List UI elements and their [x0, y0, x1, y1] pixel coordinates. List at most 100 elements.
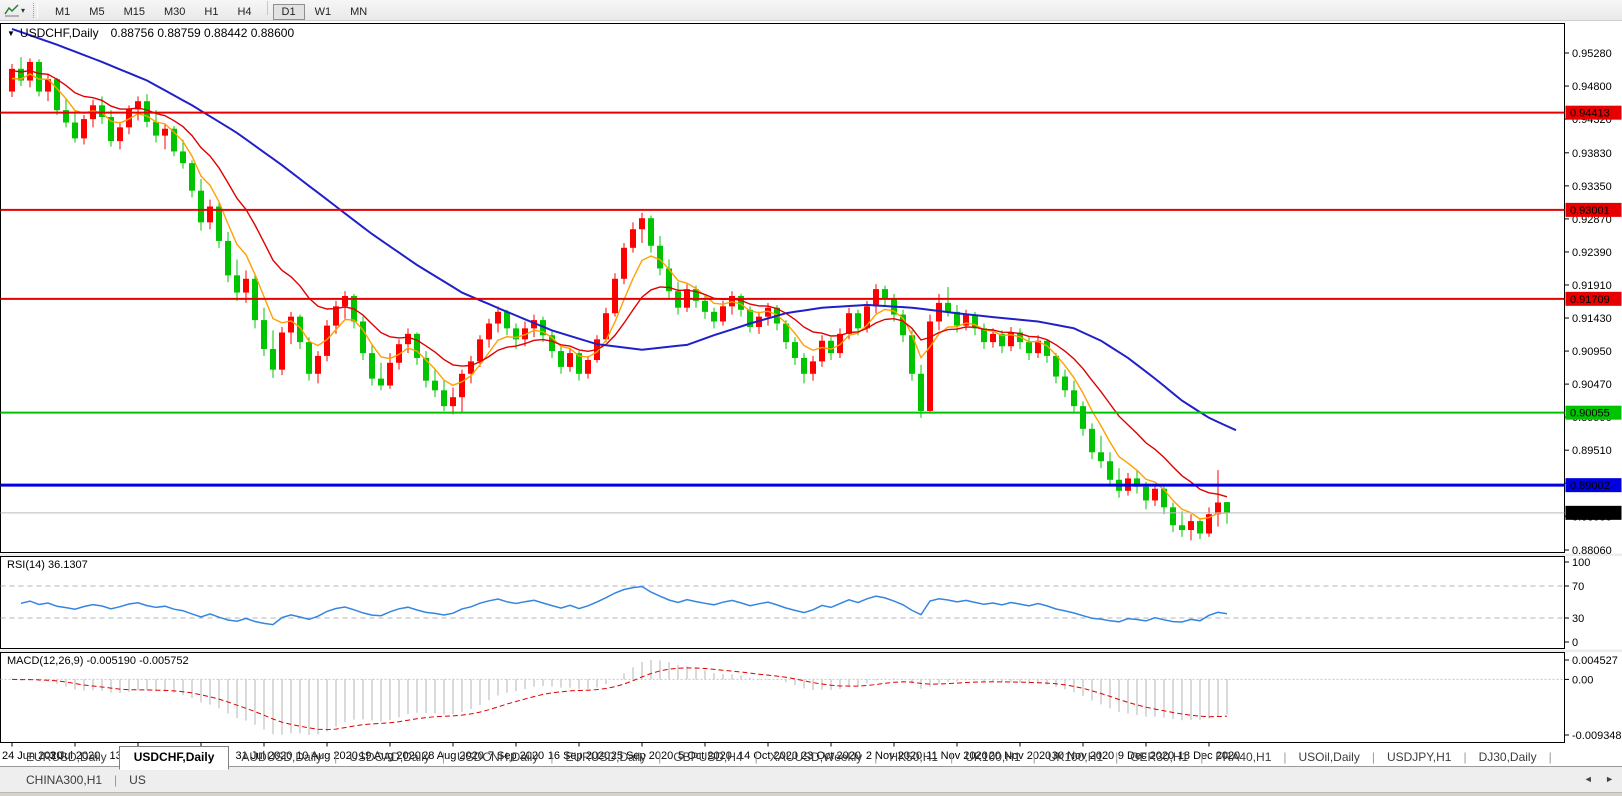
- candle-body: [819, 340, 825, 362]
- mt4-window: ▾ M1 M5 M15 M30 H1 H4 D1 W1 MN 0.95280 0.94800 0.9…: [0, 0, 1622, 796]
- price-tick-label: 0.88060: [1572, 545, 1612, 557]
- candle-body: [459, 373, 465, 398]
- expand-arrow-icon[interactable]: ▼: [7, 29, 15, 38]
- rsi-tick-label: 0: [1572, 637, 1578, 649]
- chart-tab-bar: EURUSD,Daily USDCHF,Daily AUDUSD,Daily | USD…: [0, 746, 1622, 792]
- candle-body: [225, 240, 231, 276]
- chart-tabs: EURUSD,Daily USDCHF,Daily AUDUSD,Daily | USD…: [14, 746, 1622, 792]
- tab-eurusd-daily[interactable]: EURUSD,Daily: [553, 746, 658, 769]
- chart-mode-icon-glyph: [4, 4, 19, 17]
- tab-audusd-daily[interactable]: AUDUSD,Daily: [229, 746, 334, 769]
- candle-body: [1197, 521, 1203, 534]
- tab-eurusd-daily[interactable]: EURUSD,Daily: [14, 746, 119, 769]
- candle-body: [621, 247, 627, 279]
- tabs-scroll-left-button[interactable]: ◄: [1580, 772, 1597, 786]
- timeframe-button-w1[interactable]: W1: [306, 4, 341, 20]
- candle-body: [405, 333, 411, 345]
- price-badge-0.93001: 0.93001: [1565, 202, 1622, 217]
- candle-body: [369, 353, 375, 379]
- tab-hk50-h1[interactable]: HK50,H1: [877, 746, 950, 769]
- toolbar-divider: [266, 0, 268, 15]
- price-badge-0.89002: 0.89002: [1565, 478, 1622, 493]
- candle-body: [558, 351, 564, 367]
- price-badge-0.90055: 0.90055: [1565, 405, 1622, 420]
- price-badge-0.90055-text: 0.90055: [1570, 408, 1610, 420]
- price-tick-label: 0.93350: [1572, 181, 1612, 193]
- candle-body: [198, 190, 204, 223]
- tab-fra40-h1[interactable]: FRA40,H1: [1203, 746, 1283, 769]
- candle-body: [153, 121, 159, 136]
- candle-body: [648, 218, 654, 246]
- candle-body: [855, 313, 861, 329]
- macd-tick-label: 0.00: [1572, 674, 1593, 686]
- price-tick-label: 0.89510: [1572, 445, 1612, 457]
- tab-us[interactable]: US: [117, 769, 158, 792]
- tab-ger30-h1[interactable]: GER30,H1: [1118, 746, 1200, 769]
- candle-body: [279, 332, 285, 370]
- candle-body: [1143, 486, 1149, 501]
- rsi-tick-label: 100: [1572, 557, 1590, 569]
- tab-uk100-h1[interactable]: UK100,H1: [953, 746, 1032, 769]
- tab-usdjpy-h1[interactable]: USDJPY,H1: [1375, 746, 1463, 769]
- tab-separator: |: [1548, 750, 1552, 764]
- timeframe-toolbar: ▾ M1 M5 M15 M30 H1 H4 D1 W1 MN: [0, 0, 1622, 21]
- macd-tick-label: 0.004527: [1572, 655, 1618, 667]
- tab-scroll-arrows: ◄ ►: [1580, 769, 1618, 787]
- dropdown-caret-icon[interactable]: ▾: [21, 6, 25, 15]
- timeframe-button-m30[interactable]: M30: [155, 4, 194, 20]
- tab-dj30-daily[interactable]: DJ30,Daily: [1467, 746, 1549, 769]
- pane-splitter[interactable]: [0, 553, 1622, 557]
- candle-body: [927, 321, 933, 411]
- price-badge-0.89002-text: 0.89002: [1570, 480, 1610, 492]
- tab-xauusd-weekly[interactable]: XAUUSD,Weekly: [758, 746, 874, 769]
- macd-pane: [0, 652, 1565, 743]
- symbol-period-label: USDCHF,Daily: [19, 26, 99, 40]
- tab-usdchf-daily[interactable]: USDCHF,Daily: [118, 746, 230, 770]
- timeframe-button-m5[interactable]: M5: [80, 4, 113, 20]
- candle-body: [54, 79, 60, 111]
- candle-body: [450, 397, 456, 407]
- candle-body: [315, 355, 321, 374]
- chart-canvas[interactable]: 0.952800.948000.943200.938300.933500.928…: [0, 21, 1622, 766]
- timeframe-button-h4[interactable]: H4: [228, 4, 260, 20]
- timeframe-button-m15[interactable]: M15: [115, 4, 154, 20]
- tab-china300-h1[interactable]: CHINA300,H1: [14, 769, 114, 792]
- candle-body: [270, 349, 276, 370]
- candle-body: [567, 353, 573, 367]
- candle-body: [846, 313, 852, 334]
- tab-usoil-daily[interactable]: USOil,Daily: [1287, 746, 1372, 769]
- candle-body: [234, 275, 240, 293]
- price-tick-label: 0.92390: [1572, 247, 1612, 259]
- ohlc-readout: 0.88756 0.88759 0.88442 0.88600: [110, 26, 295, 40]
- timeframe-button-h1[interactable]: H1: [195, 4, 227, 20]
- candle-body: [630, 229, 636, 248]
- candle-body: [36, 61, 42, 92]
- tab-usdcad-daily[interactable]: USDCAD,Daily: [337, 746, 442, 769]
- tabs-scroll-right-button[interactable]: ►: [1601, 772, 1618, 786]
- timeframe-button-d1[interactable]: D1: [272, 3, 305, 20]
- pane-splitter[interactable]: [0, 649, 1622, 653]
- current-price-badge: 0.88600: [1565, 505, 1622, 520]
- candle-body: [432, 380, 438, 391]
- price-tick-label: 0.94800: [1572, 81, 1612, 93]
- candle-body: [477, 339, 483, 362]
- candle-body: [990, 333, 996, 343]
- tab-usdcnh-daily[interactable]: USDCNH,Daily: [445, 746, 550, 769]
- candle-body: [945, 302, 951, 312]
- candle-body: [1080, 406, 1086, 429]
- candle-body: [585, 360, 591, 374]
- price-tick-label: 0.91430: [1572, 313, 1612, 325]
- timeframe-button-mn[interactable]: MN: [341, 4, 376, 20]
- candle-body: [288, 316, 294, 333]
- candle-body: [828, 340, 834, 354]
- candle-body: [81, 119, 87, 139]
- candle-body: [1224, 502, 1230, 513]
- candle-body: [882, 289, 888, 299]
- candle-body: [243, 278, 249, 293]
- tab-uk100-h1[interactable]: UK100,H1: [1036, 746, 1115, 769]
- candle-body: [1179, 525, 1185, 531]
- chart-mode-icon[interactable]: [4, 3, 20, 17]
- timeframe-button-m1[interactable]: M1: [46, 4, 79, 20]
- candle-body: [1107, 461, 1113, 480]
- tab-gbpusd-h4[interactable]: GBPUSD,H4: [661, 746, 754, 769]
